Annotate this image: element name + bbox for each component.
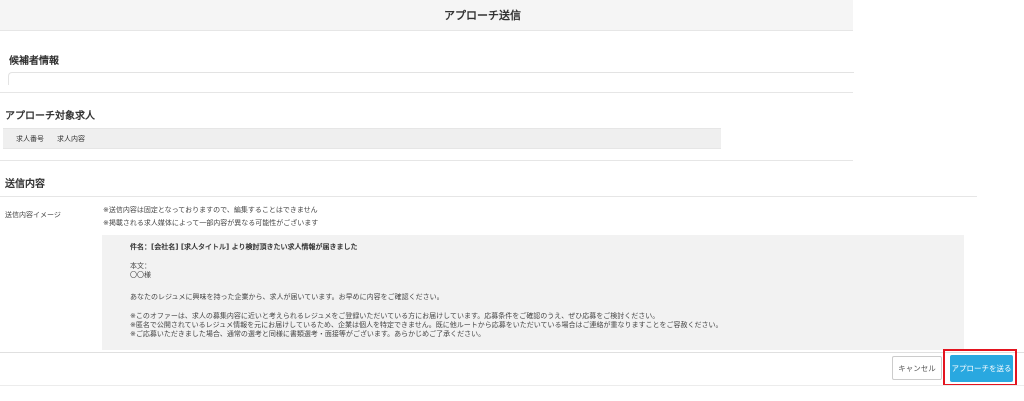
preview-subject: 件名：[会社名] [求人タイトル] より検討頂きたい求人情報が届きました <box>130 243 358 251</box>
section-divider <box>0 92 853 93</box>
preview-recipient: 〇〇様 <box>130 271 151 279</box>
send-note: ※掲載される求人媒体によって一部内容が異なる可能性がございます <box>103 219 319 227</box>
footer-divider <box>0 352 1024 353</box>
preview-paragraph: あなたのレジュメに興味を持った企業から、求人が届いています。お早めに内容をご確認… <box>130 293 444 301</box>
candidate-info-box <box>8 72 854 85</box>
send-content-label: 送信内容イメージ <box>5 211 61 219</box>
cancel-button[interactable]: キャンセル <box>892 356 942 380</box>
preview-note: ※ご応募いただきました場合、通常の選考と同様に書類選考・面接等がございます。あら… <box>130 330 486 338</box>
send-section-title: 送信内容 <box>5 179 45 190</box>
column-header-job-content: 求人内容 <box>57 135 85 143</box>
job-section-title: アプローチ対象求人 <box>5 111 95 122</box>
column-header-job-number: 求人番号 <box>16 135 44 143</box>
send-approach-button[interactable]: アプローチを送る <box>950 355 1013 382</box>
send-note: ※送信内容は固定となっておりますので、編集することはできません <box>103 206 318 214</box>
page-title: アプローチ送信 <box>444 9 521 22</box>
job-table-header: 求人番号 求人内容 <box>3 128 721 149</box>
candidate-section-title: 候補者情報 <box>9 56 59 67</box>
section-divider <box>0 160 853 161</box>
footer-bottom-border <box>0 385 1024 386</box>
message-preview: 件名：[会社名] [求人タイトル] より検討頂きたい求人情報が届きました 本文：… <box>102 235 964 350</box>
section-divider <box>0 196 977 197</box>
